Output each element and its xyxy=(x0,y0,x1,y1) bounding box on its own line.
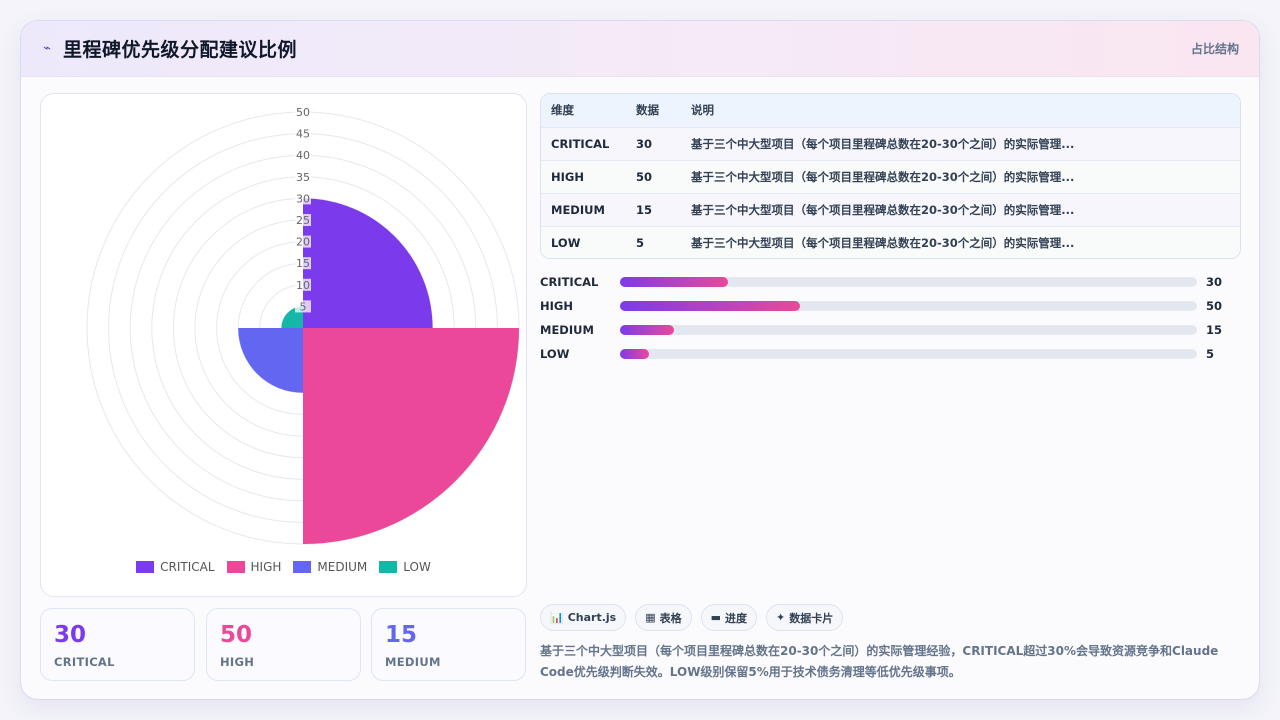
header-tag: 占比结构 xyxy=(1190,42,1239,56)
title-group: ⌁ 里程碑优先级分配建议比例 xyxy=(41,35,297,62)
stat-value: 50 xyxy=(220,622,253,648)
polar-sector-critical[interactable] xyxy=(303,198,433,328)
table-cell: 基于三个中大型项目（每个项目里程碑总数在20-30个之间）的实际管理... xyxy=(691,202,1075,217)
table-row: MEDIUM 15 基于三个中大型项目（每个项目里程碑总数在20-30个之间）的… xyxy=(541,193,1240,226)
progress-fill xyxy=(620,349,649,359)
tick-label: 40 xyxy=(296,149,310,162)
chip-label: 进度 xyxy=(725,611,748,625)
table-cell: HIGH xyxy=(551,169,584,184)
table-header-row: 维度 数据 说明 xyxy=(541,94,1240,127)
polar-sector-high[interactable] xyxy=(303,328,519,544)
legend-label: LOW xyxy=(403,560,431,574)
progress-fill xyxy=(620,277,729,287)
progress-track xyxy=(620,301,1197,311)
progress-fill xyxy=(620,325,675,335)
description-note: 基于三个中大型项目（每个项目里程碑总数在20-30个之间）的实际管理经验，CRI… xyxy=(540,644,1219,679)
chip-label: 数据卡片 xyxy=(789,611,834,625)
tag-chips: 📊 Chart.js ▦ 表格 ▬ 进度 ✦ 数据卡片 xyxy=(540,604,844,631)
progress-value: 30 xyxy=(1206,275,1223,289)
chip-label: Chart.js xyxy=(567,611,617,624)
legend-label: CRITICAL xyxy=(160,560,215,574)
progress-track xyxy=(620,349,1197,359)
progress-row: CRITICAL 30 xyxy=(540,270,1241,294)
stat-card-high: 50 HIGH xyxy=(206,608,361,681)
progress-list: CRITICAL 30 HIGH 50 MEDIUM 15 LOW 5 xyxy=(540,270,1241,366)
chip-table[interactable]: ▦ 表格 xyxy=(635,604,692,631)
legend-label: HIGH xyxy=(250,560,282,574)
progress-label: HIGH xyxy=(540,299,573,313)
stat-label: HIGH xyxy=(220,655,255,669)
progress-icon: ▬ xyxy=(710,611,722,624)
column-header: 维度 xyxy=(551,103,574,118)
legend-item-medium[interactable]: MEDIUM xyxy=(293,560,367,574)
table-row: CRITICAL 30 基于三个中大型项目（每个项目里程碑总数在20-30个之间… xyxy=(541,127,1240,160)
chart-legend: CRITICAL HIGH MEDIUM LOW xyxy=(41,560,526,574)
sparkle-icon: ✦ xyxy=(776,611,786,624)
table-cell: 30 xyxy=(636,136,653,151)
progress-fill xyxy=(620,301,801,311)
chart-icon: 📊 xyxy=(550,611,564,624)
chip-label: 表格 xyxy=(659,611,682,625)
table-cell: 15 xyxy=(636,202,653,217)
tick-label: 25 xyxy=(296,214,310,227)
progress-label: LOW xyxy=(540,347,570,361)
table-cell: 50 xyxy=(636,169,653,184)
legend-swatch xyxy=(293,561,312,573)
table-row: HIGH 50 基于三个中大型项目（每个项目里程碑总数在20-30个之间）的实际… xyxy=(541,160,1240,193)
trend-icon: ⌁ xyxy=(43,41,51,56)
stat-card-critical: 30 CRITICAL xyxy=(40,608,195,681)
progress-value: 15 xyxy=(1206,323,1223,337)
tick-label: 45 xyxy=(296,128,310,141)
table-cell: 基于三个中大型项目（每个项目里程碑总数在20-30个之间）的实际管理... xyxy=(691,169,1075,184)
table-cell: 基于三个中大型项目（每个项目里程碑总数在20-30个之间）的实际管理... xyxy=(691,235,1075,250)
table-icon: ▦ xyxy=(645,611,656,624)
tick-label: 20 xyxy=(296,236,310,249)
table-cell: CRITICAL xyxy=(551,136,610,151)
legend-item-low[interactable]: LOW xyxy=(379,560,431,574)
progress-track xyxy=(620,277,1197,287)
tick-label: 15 xyxy=(296,257,310,270)
progress-value: 50 xyxy=(1206,299,1223,313)
table-cell: 基于三个中大型项目（每个项目里程碑总数在20-30个之间）的实际管理... xyxy=(691,136,1075,151)
table-cell: MEDIUM xyxy=(551,202,605,217)
column-header: 说明 xyxy=(691,103,714,118)
chip-data-cards[interactable]: ✦ 数据卡片 xyxy=(766,604,844,631)
table-cell: LOW xyxy=(551,235,581,250)
stat-label: MEDIUM xyxy=(385,655,441,669)
legend-item-critical[interactable]: CRITICAL xyxy=(136,560,215,574)
progress-label: CRITICAL xyxy=(540,275,599,289)
polar-sector-medium[interactable] xyxy=(238,328,303,393)
tick-label: 10 xyxy=(296,279,310,292)
progress-label: MEDIUM xyxy=(540,323,594,337)
page-title: 里程碑优先级分配建议比例 xyxy=(63,39,298,61)
column-header: 数据 xyxy=(636,103,659,118)
data-table: 维度 数据 说明 CRITICAL 30 基于三个中大型项目（每个项目里程碑总数… xyxy=(540,93,1241,259)
polar-area-chart: 5 10 15 20 25 30 35 40 45 50 xyxy=(86,106,520,545)
progress-row: MEDIUM 15 xyxy=(540,318,1241,342)
tick-label: 35 xyxy=(296,171,310,184)
legend-swatch xyxy=(136,561,155,573)
legend-label: MEDIUM xyxy=(317,560,368,574)
stat-value: 30 xyxy=(54,622,87,648)
tick-label: 5 xyxy=(300,300,307,313)
legend-item-high[interactable]: HIGH xyxy=(226,560,282,574)
main-card: ⌁ 里程碑优先级分配建议比例 占比结构 5 10 15 20 25 30 35 40 45 50 … xyxy=(20,20,1260,700)
chip-progress[interactable]: ▬ 进度 xyxy=(700,604,758,631)
progress-value: 5 xyxy=(1206,347,1215,361)
legend-swatch xyxy=(379,561,398,573)
table-cell: 5 xyxy=(636,235,645,250)
progress-track xyxy=(620,325,1197,335)
card-header: ⌁ 里程碑优先级分配建议比例 占比结构 xyxy=(21,21,1259,77)
tick-label: 30 xyxy=(296,192,310,205)
polar-chart-panel: 5 10 15 20 25 30 35 40 45 50 CRITICAL HIGH MEDIUM LO… xyxy=(40,93,527,597)
progress-row: HIGH 50 xyxy=(540,294,1241,318)
stat-card-medium: 15 MEDIUM xyxy=(371,608,526,681)
table-row: LOW 5 基于三个中大型项目（每个项目里程碑总数在20-30个之间）的实际管理… xyxy=(541,226,1240,258)
tick-label: 50 xyxy=(296,106,310,119)
progress-row: LOW 5 xyxy=(540,342,1241,366)
chip-chartjs[interactable]: 📊 Chart.js xyxy=(540,604,627,631)
legend-swatch xyxy=(226,561,245,573)
stat-label: CRITICAL xyxy=(54,655,115,669)
stat-value: 15 xyxy=(385,622,418,648)
